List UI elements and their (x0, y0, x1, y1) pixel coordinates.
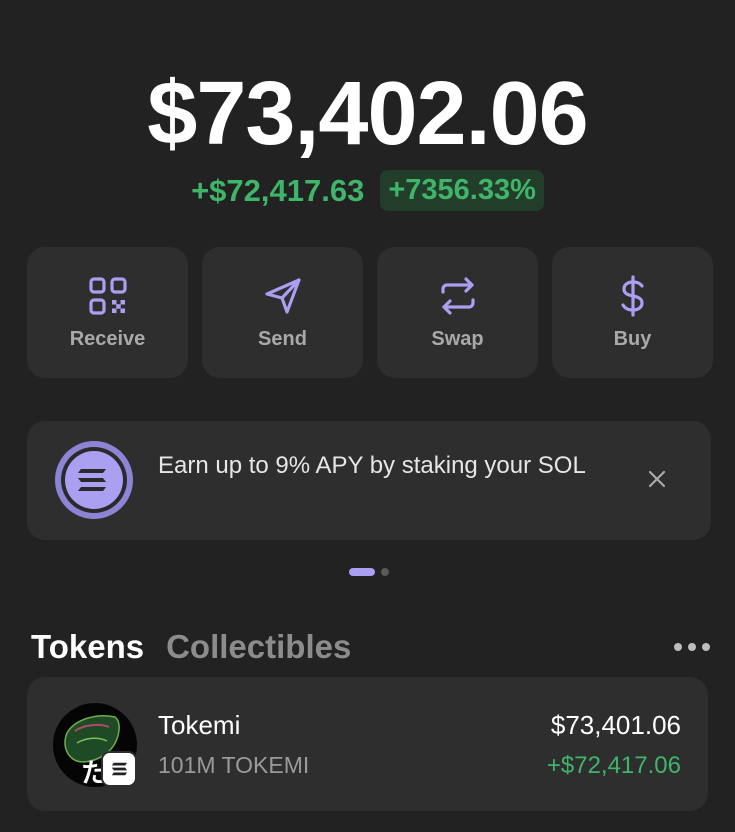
balance-change-percent-badge: +7356.33% (380, 170, 544, 211)
send-label: Send (258, 328, 307, 350)
staking-promo-card[interactable]: Earn up to 9% APY by staking your SOL (27, 421, 711, 540)
carousel-page-indicator (349, 568, 389, 576)
token-value: $73,401.06 (550, 710, 681, 740)
qr-code-icon (88, 277, 127, 315)
total-balance: $73,402.06 (147, 64, 588, 164)
buy-button[interactable]: Buy (552, 247, 713, 378)
tab-collectibles[interactable]: Collectibles (166, 628, 351, 666)
receive-button[interactable]: Receive (27, 247, 188, 378)
tab-tokens[interactable]: Tokens (31, 628, 144, 666)
paper-plane-icon (264, 278, 301, 314)
more-options-icon[interactable] (674, 641, 710, 653)
promo-text: Earn up to 9% APY by staking your SOL (158, 452, 586, 479)
receive-label: Receive (69, 328, 146, 350)
swap-arrows-icon (440, 277, 475, 315)
token-row[interactable]: た Tokemi 101M TOKEMI $73,401.06 +$72,417… (27, 677, 708, 811)
solana-logo-icon (55, 441, 133, 519)
dollar-sign-icon (620, 275, 644, 317)
balance-change-value: +$72,417.63 (191, 172, 365, 208)
close-icon[interactable] (645, 467, 669, 491)
buy-label: Buy (613, 328, 652, 350)
wallet-home: $73,402.06 +$72,417.63 +7356.33% Receive (0, 0, 735, 832)
solana-chain-badge-icon (101, 751, 137, 787)
token-change: +$72,417.06 (546, 752, 681, 779)
token-name: Tokemi (158, 710, 241, 740)
token-balance: 101M TOKEMI (158, 752, 310, 778)
send-button[interactable]: Send (202, 247, 363, 378)
balance-change-row: +$72,417.63 +7356.33% (0, 170, 735, 211)
asset-tabs: Tokens Collectibles (31, 628, 351, 666)
swap-button[interactable]: Swap (377, 247, 538, 378)
swap-label: Swap (431, 328, 484, 350)
page-dot (381, 568, 389, 576)
quick-actions: Receive Send Swap Buy (27, 247, 713, 378)
page-dot-active (349, 568, 375, 576)
